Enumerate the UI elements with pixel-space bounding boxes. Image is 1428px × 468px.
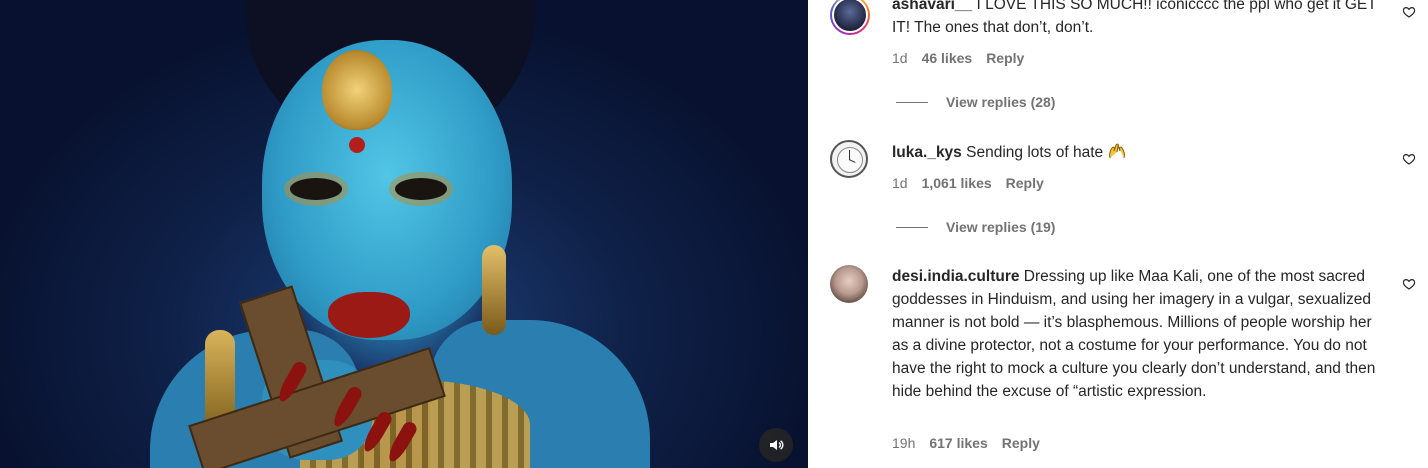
comment-likes[interactable]: 1,061 likes [922,175,992,191]
heart-icon[interactable] [1402,277,1416,291]
divider-line [896,101,928,103]
raising-hands-icon [1109,143,1126,159]
heart-icon[interactable] [1402,152,1416,166]
video-frame-earring [482,245,506,335]
comment-meta: 19h 617 likes Reply [892,435,1040,451]
speaker-icon [770,440,784,450]
comments-panel: ashavari__ I LOVE THIS SO MUCH!! iconicc… [808,0,1428,468]
comment-time[interactable]: 1d [892,50,908,66]
reply-button[interactable]: Reply [986,50,1024,66]
comment-body: ashavari__ I LOVE THIS SO MUCH!! iconicc… [892,0,1382,39]
comment-text: Sending lots of hate [966,144,1104,161]
avatar[interactable] [830,140,868,178]
comment-text: Dressing up like Maa Kali, one of the mo… [892,268,1376,400]
view-replies-label: View replies (19) [946,219,1056,235]
reply-button[interactable]: Reply [1006,175,1044,191]
comment-time[interactable]: 1d [892,175,908,191]
comment-body: luka._kys Sending lots of hate [892,141,1382,164]
comment-likes[interactable]: 617 likes [929,435,987,451]
comment-username[interactable]: desi.india.culture [892,268,1019,285]
divider-line [896,226,928,228]
video-frame-eye [395,178,447,200]
comment-likes[interactable]: 46 likes [922,50,973,66]
comment-body: desi.india.culture Dressing up like Maa … [892,265,1382,403]
avatar[interactable] [830,0,870,35]
video-player[interactable] [0,0,808,468]
sound-toggle-button[interactable] [759,428,793,462]
heart-icon[interactable] [1402,5,1416,19]
video-frame-lips [328,292,410,338]
video-frame-eye [290,178,342,200]
avatar[interactable] [830,265,868,303]
view-replies-button[interactable]: View replies (28) [896,94,1055,110]
comment-username[interactable]: luka._kys [892,144,962,161]
video-frame-jewelry [322,50,392,130]
comment-meta: 1d 1,061 likes Reply [892,175,1044,191]
comment-time[interactable]: 19h [892,435,915,451]
reply-button[interactable]: Reply [1002,435,1040,451]
comment-meta: 1d 46 likes Reply [892,50,1024,66]
video-frame-bindi [349,137,365,153]
view-replies-button[interactable]: View replies (19) [896,219,1055,235]
comment-username[interactable]: ashavari__ [892,0,972,13]
view-replies-label: View replies (28) [946,94,1056,110]
